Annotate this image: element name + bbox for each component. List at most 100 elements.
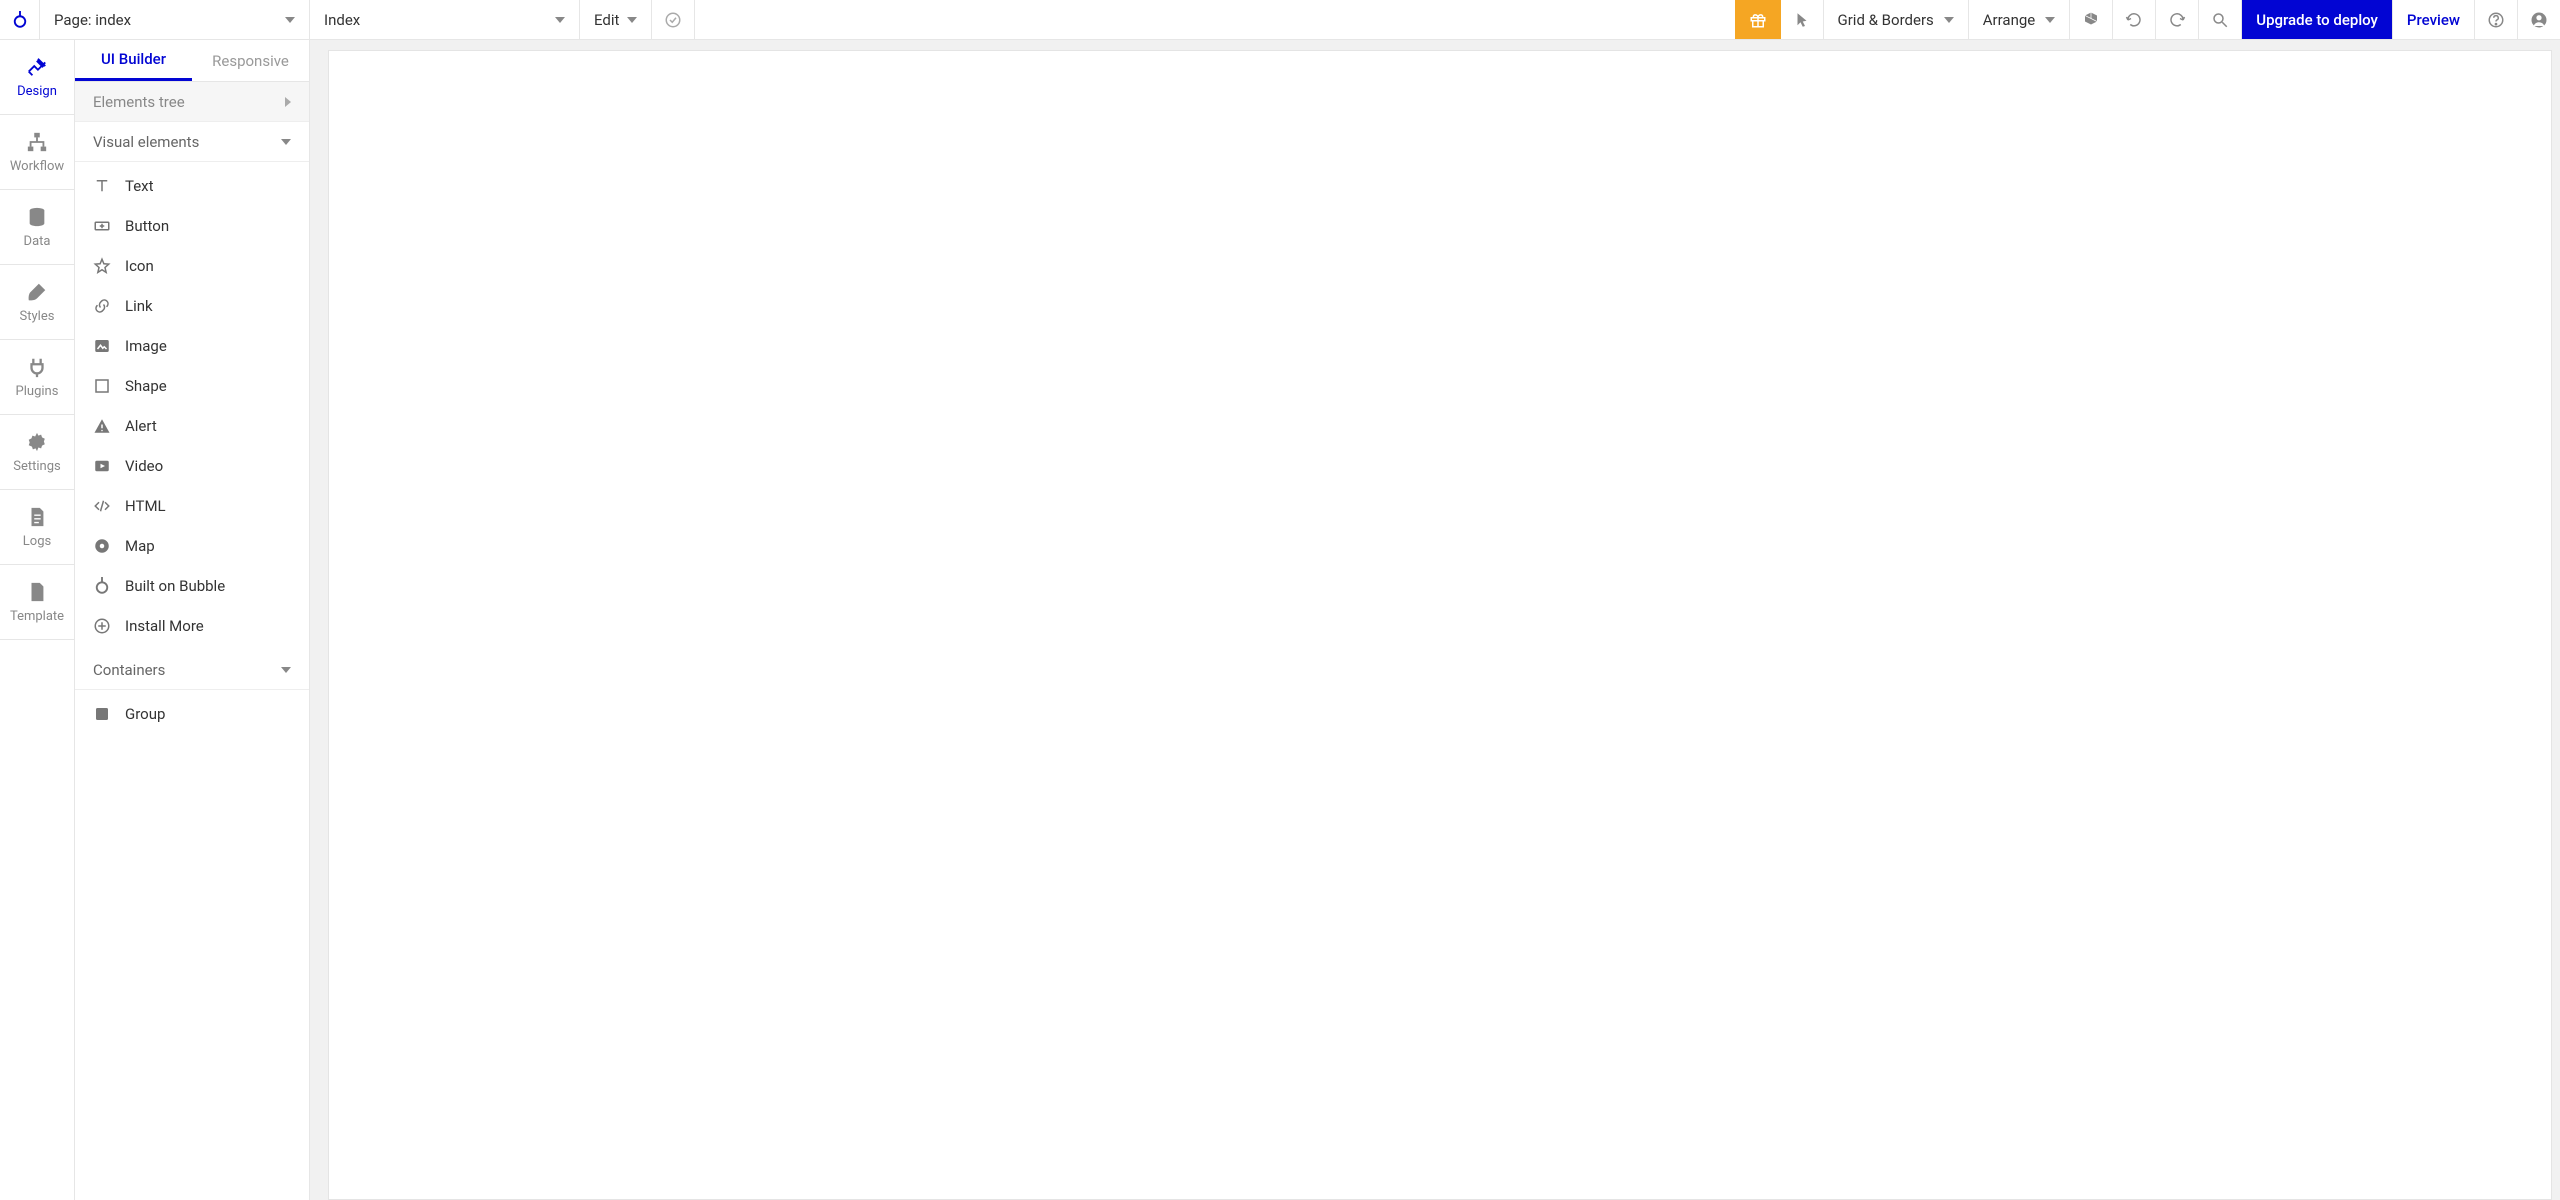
elements-tree-label: Elements tree xyxy=(93,93,185,111)
section-header[interactable]: Visual elements xyxy=(75,122,309,162)
palette-item-label: Button xyxy=(125,217,169,235)
caret-down-icon xyxy=(281,667,291,673)
arrange-label: Arrange xyxy=(1983,11,2035,29)
palette-item[interactable]: Icon xyxy=(75,246,309,286)
rail-item-label: Data xyxy=(24,234,51,249)
grid-borders-label: Grid & Borders xyxy=(1838,11,1934,29)
palette-item-label: Map xyxy=(125,537,155,555)
palette-item[interactable]: Button xyxy=(75,206,309,246)
palette-item[interactable]: Text xyxy=(75,166,309,206)
template-icon xyxy=(26,581,48,603)
chevron-right-icon xyxy=(285,97,291,107)
tab-responsive[interactable]: Responsive xyxy=(192,40,309,81)
page-selector-label: Page: index xyxy=(54,11,131,29)
section-title: Visual elements xyxy=(93,133,199,151)
palette-item[interactable]: Video xyxy=(75,446,309,486)
edit-label: Edit xyxy=(594,11,619,29)
3d-view-button[interactable] xyxy=(2070,0,2113,39)
panel-tabs: UI Builder Responsive xyxy=(75,40,309,82)
caret-down-icon xyxy=(555,17,565,23)
page-selector[interactable]: Page: index xyxy=(40,0,310,39)
app-body: Design Workflow Data Styles Plugins Settings L… xyxy=(0,40,2560,1200)
tab-label: UI Builder xyxy=(101,50,166,68)
rail-item-label: Styles xyxy=(20,309,55,324)
palette-item[interactable]: Install More xyxy=(75,606,309,646)
link-icon xyxy=(93,297,111,315)
arrange-menu[interactable]: Arrange xyxy=(1969,0,2070,39)
palette-item[interactable]: Link xyxy=(75,286,309,326)
plugins-icon xyxy=(26,356,48,378)
caret-down-icon xyxy=(627,17,637,23)
rail-item-label: Settings xyxy=(13,459,60,474)
palette-item[interactable]: Group xyxy=(75,694,309,734)
gift-button[interactable] xyxy=(1735,0,1781,39)
palette-item-label: Link xyxy=(125,297,153,315)
palette-item[interactable]: Alert xyxy=(75,406,309,446)
settings-icon xyxy=(26,431,48,453)
element-selector-label: Index xyxy=(324,11,360,29)
rail-item-logs[interactable]: Logs xyxy=(0,490,74,565)
data-icon xyxy=(26,206,48,228)
shape-icon xyxy=(93,377,111,395)
pointer-tool[interactable] xyxy=(1781,0,1824,39)
palette-item[interactable]: HTML xyxy=(75,486,309,526)
elements-tree-header[interactable]: Elements tree xyxy=(75,82,309,122)
palette-item-label: Install More xyxy=(125,617,204,635)
palette-item-label: Built on Bubble xyxy=(125,577,225,595)
tab-ui-builder[interactable]: UI Builder xyxy=(75,40,192,81)
star-icon xyxy=(93,257,111,275)
undo-button[interactable] xyxy=(2113,0,2156,39)
rail-item-label: Template xyxy=(10,609,64,624)
preview-button[interactable]: Preview xyxy=(2393,0,2475,39)
search-button[interactable] xyxy=(2199,0,2242,39)
palette-item[interactable]: Shape xyxy=(75,366,309,406)
palette-item-label: Group xyxy=(125,705,165,723)
rail-item-settings[interactable]: Settings xyxy=(0,415,74,490)
upgrade-label: Upgrade to deploy xyxy=(2256,11,2378,29)
plus-icon xyxy=(93,617,111,635)
panel-scroll[interactable]: Elements tree Visual elements Text Button I… xyxy=(75,82,309,1200)
section-header[interactable]: Containers xyxy=(75,650,309,690)
html-icon xyxy=(93,497,111,515)
group-icon xyxy=(93,705,111,723)
topbar: Page: index Index Edit Grid & Borders Ar… xyxy=(0,0,2560,40)
section-list: Text Button Icon Link Image Shape Alert VideoHT… xyxy=(75,162,309,650)
grid-borders-menu[interactable]: Grid & Borders xyxy=(1824,0,1969,39)
rail-item-styles[interactable]: Styles xyxy=(0,265,74,340)
palette-item-label: Text xyxy=(125,177,154,195)
rail-item-workflow[interactable]: Workflow xyxy=(0,115,74,190)
alert-icon xyxy=(93,417,111,435)
video-icon xyxy=(93,457,111,475)
save-status[interactable] xyxy=(652,0,695,39)
palette-item-label: Alert xyxy=(125,417,157,435)
caret-down-icon xyxy=(281,139,291,145)
caret-down-icon xyxy=(1944,17,1954,23)
redo-button[interactable] xyxy=(2156,0,2199,39)
upgrade-button[interactable]: Upgrade to deploy xyxy=(2242,0,2393,39)
palette-item[interactable]: Built on Bubble xyxy=(75,566,309,606)
preview-label: Preview xyxy=(2407,11,2460,29)
palette-item[interactable]: Map xyxy=(75,526,309,566)
help-button[interactable] xyxy=(2475,0,2518,39)
edit-menu[interactable]: Edit xyxy=(580,0,652,39)
palette-item-label: Image xyxy=(125,337,167,355)
rail-item-template[interactable]: Template xyxy=(0,565,74,640)
app-logo[interactable] xyxy=(0,0,40,39)
text-icon xyxy=(93,177,111,195)
caret-down-icon xyxy=(285,17,295,23)
element-selector[interactable]: Index xyxy=(310,0,580,39)
caret-down-icon xyxy=(2045,17,2055,23)
topbar-spacer xyxy=(695,0,1734,39)
section-title: Containers xyxy=(93,661,165,679)
rail-item-label: Plugins xyxy=(16,384,59,399)
canvas-wrap xyxy=(310,40,2560,1200)
rail-item-data[interactable]: Data xyxy=(0,190,74,265)
palette-item[interactable]: Image xyxy=(75,326,309,366)
canvas[interactable] xyxy=(328,50,2552,1200)
account-button[interactable] xyxy=(2518,0,2560,39)
rail-item-label: Workflow xyxy=(10,159,64,174)
rail-item-design[interactable]: Design xyxy=(0,40,74,115)
logs-icon xyxy=(26,506,48,528)
bubble-icon xyxy=(93,577,111,595)
rail-item-plugins[interactable]: Plugins xyxy=(0,340,74,415)
